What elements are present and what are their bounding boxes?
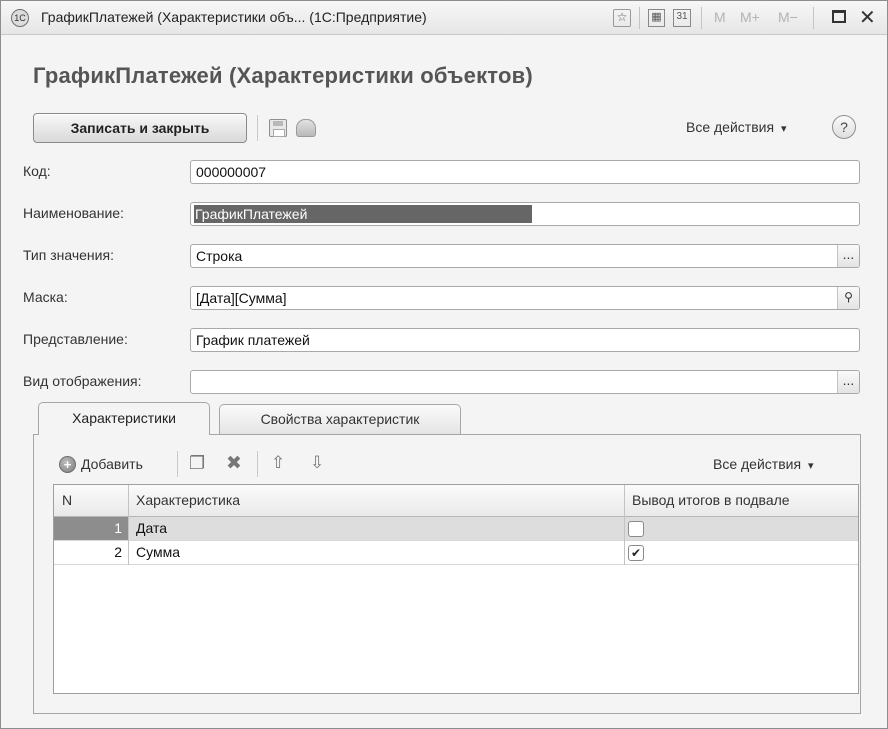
display-kind-field[interactable]: ... [190,370,860,394]
delete-icon[interactable]: ✖ [226,452,242,475]
name-field[interactable]: ГрафикПлатежей [190,202,860,226]
name-field-value: ГрафикПлатежей [194,205,532,223]
value-type-select-button[interactable]: ... [837,245,859,267]
characteristics-table[interactable]: N Характеристика Вывод итогов в подвале … [53,484,859,694]
calendar-icon[interactable]: 31 [673,9,691,27]
app-icon[interactable]: 1С [11,9,29,27]
footer-total-checkbox[interactable]: ✔ [628,545,644,561]
code-label: Код: [23,163,51,179]
save-and-close-button[interactable]: Записать и закрыть [33,113,247,143]
column-header-characteristic[interactable]: Характеристика [128,485,624,517]
tab-characteristics[interactable]: Характеристики [38,402,210,435]
characteristic-name: Дата [136,520,168,536]
display-kind-label: Вид отображения: [23,373,142,389]
titlebar-separator [639,7,640,29]
display-kind-select-button[interactable]: ... [837,371,859,393]
table-header: N Характеристика Вывод итогов в подвале [54,485,858,517]
move-up-icon[interactable]: ⇧ [271,453,285,473]
code-field[interactable]: 000000007 [190,160,860,184]
calculator-icon[interactable]: ▦ [648,9,665,27]
value-type-value: Строка [196,248,243,264]
help-icon[interactable]: ? [832,115,856,139]
table-row[interactable]: 1 Дата [54,517,858,541]
column-divider [128,517,129,541]
characteristic-name: Сумма [136,544,180,560]
column-divider [128,485,129,517]
value-type-field[interactable]: Строка ... [190,244,860,268]
column-header-footer-totals[interactable]: Вывод итогов в подвале [624,485,858,517]
page-title: ГрафикПлатежей (Характеристики объектов) [33,63,533,88]
memory-button-m-plus[interactable]: M+ [740,9,760,25]
toolbar-separator [257,115,258,141]
value-type-label: Тип значения: [23,247,114,263]
toolbar-separator [257,451,258,477]
mask-field[interactable]: [Дата][Сумма] ⚲ [190,286,860,310]
memory-button-m[interactable]: M [714,9,726,25]
row-number: 2 [114,544,122,560]
mask-value: [Дата][Сумма] [196,290,287,306]
footer-total-checkbox[interactable] [628,521,644,537]
add-icon: + [59,456,76,473]
presentation-label: Представление: [23,331,128,347]
all-actions-label: Все действия [686,119,775,135]
memory-button-m-minus[interactable]: M− [778,9,798,25]
name-label: Наименование: [23,205,124,221]
all-actions-menu[interactable]: Все действия ▾ [686,119,786,135]
maximize-icon[interactable] [832,10,846,23]
chevron-down-icon: ▾ [780,123,787,135]
row-number: 1 [54,517,128,540]
close-icon[interactable]: ✕ [859,5,876,30]
title-bar: 1С ГрафикПлатежей (Характеристики объ...… [1,1,887,35]
titlebar-separator [813,7,814,29]
titlebar-separator [701,7,702,29]
column-divider [624,517,625,541]
move-down-icon[interactable]: ⇩ [310,453,324,473]
column-divider [128,541,129,565]
toolbar-separator [177,451,178,477]
table-all-actions-label: Все действия [713,456,802,472]
chevron-down-icon: ▾ [807,460,814,472]
table-all-actions-menu[interactable]: Все действия ▾ [713,456,813,472]
save-icon[interactable] [269,119,287,137]
tab-characteristic-properties[interactable]: Свойства характеристик [219,404,461,434]
column-header-n[interactable]: N [54,485,128,517]
add-button[interactable]: Добавить [81,456,143,472]
favorite-star-icon[interactable]: ☆ [613,9,631,27]
search-icon[interactable]: ⚲ [837,287,859,309]
column-divider [624,541,625,565]
form-window: 1С ГрафикПлатежей (Характеристики объ...… [0,0,888,729]
post-icon[interactable] [296,119,316,137]
column-divider [624,485,625,517]
copy-icon[interactable]: ❐ [189,453,205,474]
window-title: ГрафикПлатежей (Характеристики объ... (1… [41,9,427,25]
presentation-field[interactable]: График платежей [190,328,860,352]
table-row[interactable]: 2 Сумма ✔ [54,541,858,565]
mask-label: Маска: [23,289,68,305]
